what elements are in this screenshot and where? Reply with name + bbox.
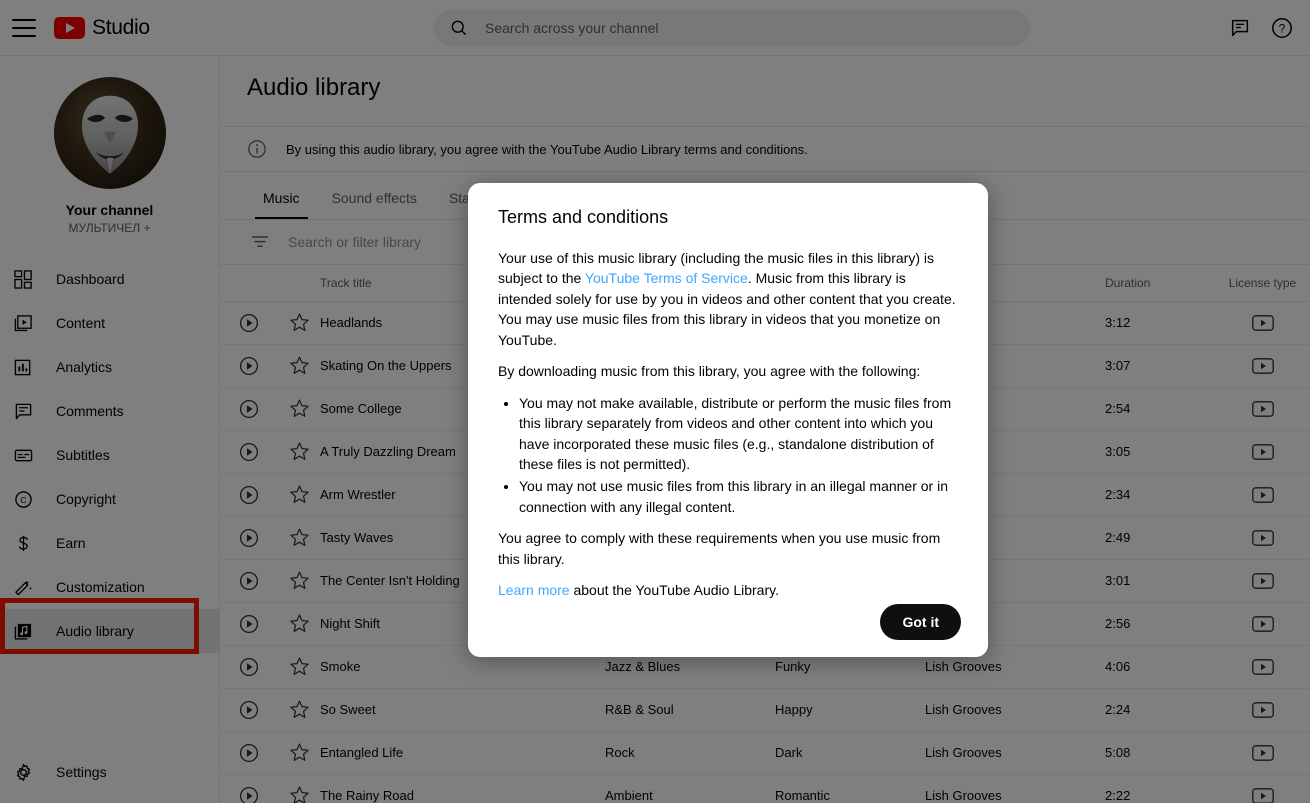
learn-more-link[interactable]: Learn more xyxy=(498,582,570,598)
learn-more-after: about the YouTube Audio Library. xyxy=(569,582,779,599)
dialog-bullet-list: You may not make available, distribute o… xyxy=(498,393,958,518)
youtube-terms-of-service-link[interactable]: YouTube Terms of Service xyxy=(585,270,748,286)
dialog-learn-more: Learn more about the YouTube Audio Libra… xyxy=(498,580,958,600)
dialog-paragraph-3: You agree to comply with these requireme… xyxy=(498,530,941,567)
dialog-paragraph-1: Your use of this music library (includin… xyxy=(498,248,958,350)
dialog-paragraph-2: By downloading music from this library, … xyxy=(498,363,921,380)
dialog-bullet-item: You may not use music files from this li… xyxy=(519,476,958,517)
terms-and-conditions-dialog: Terms and conditions Your use of this mu… xyxy=(468,183,988,657)
got-it-button[interactable]: Got it xyxy=(880,604,961,640)
dialog-bullet-item: You may not make available, distribute o… xyxy=(519,393,958,475)
dialog-title: Terms and conditions xyxy=(498,207,669,227)
